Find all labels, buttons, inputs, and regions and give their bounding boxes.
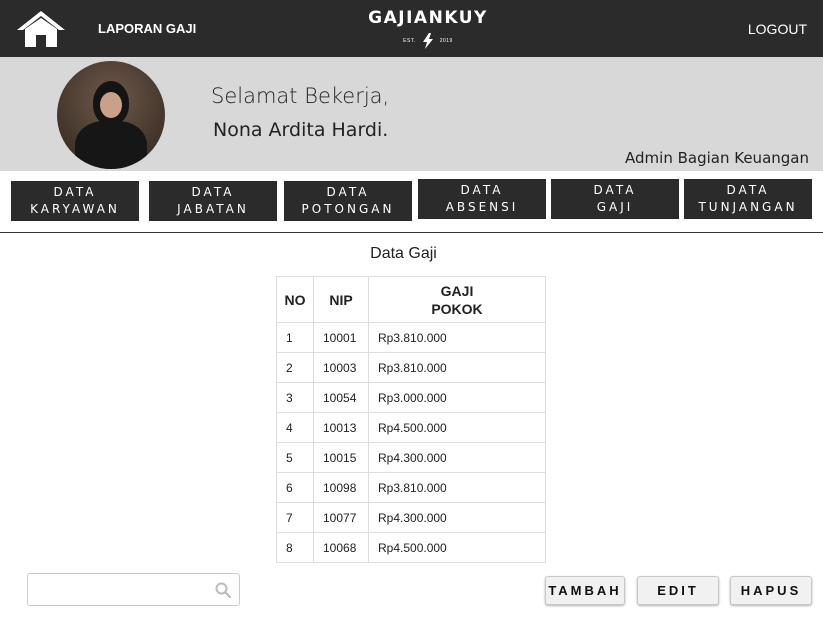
brand-subline: EST. 2019 [348,33,508,49]
top-bar: LAPORAN GAJI GAJIANKUY EST. 2019 LOGOUT [0,0,823,57]
cell-no: 1 [276,322,314,353]
menu-label-line1: DATA [593,183,637,197]
menu-label-line1: DATA [53,185,97,199]
bolt-icon [422,33,433,49]
header-nip: NIP [313,276,369,323]
menu-data-jabatan[interactable]: DATA JABATAN [149,181,277,221]
cell-no: 7 [276,502,314,533]
table-row[interactable]: 7 10077 Rp4.300.000 [276,502,546,533]
logout-link[interactable]: LOGOUT [748,21,807,37]
salary-table-scroll[interactable]: NO NIP GAJI POKOK 1 10001 Rp3.810.000 2 … [276,276,546,566]
cell-nip: 10098 [313,472,369,503]
cell-gaji: Rp4.300.000 [368,502,546,533]
cell-nip: 10003 [313,352,369,383]
search-icon[interactable] [215,582,231,598]
table-header-row: NO NIP GAJI POKOK [276,276,546,323]
menu-label-line2: KARYAWAN [30,202,120,216]
cell-gaji: Rp3.810.000 [368,352,546,383]
cell-gaji: Rp3.810.000 [368,472,546,503]
search-box [27,573,240,606]
cell-no: 5 [276,442,314,473]
section-divider [0,232,823,233]
cell-gaji: Rp4.500.000 [368,532,546,563]
header-gaji-pokok: GAJI POKOK [368,276,546,323]
menu-label-line1: DATA [726,183,770,197]
greeting-text: Selamat Bekerja, [211,84,390,108]
cell-no: 4 [276,412,314,443]
cell-nip: 10001 [313,322,369,353]
edit-button[interactable]: EDIT [637,576,719,605]
table-row[interactable]: 2 10003 Rp3.810.000 [276,352,546,383]
menu-data-gaji[interactable]: DATA GAJI [551,179,679,219]
menu-label-line2: ABSENSI [445,200,519,214]
cell-gaji: Rp4.500.000 [368,412,546,443]
add-button[interactable]: TAMBAH [545,576,625,605]
user-name: Nona Ardita Hardi. [213,119,389,141]
cell-no: 3 [276,382,314,413]
menu-label-line2: POTONGAN [301,202,395,216]
menu-data-potongan[interactable]: DATA POTONGAN [284,181,412,221]
cell-no: 6 [276,472,314,503]
menu-data-karyawan[interactable]: DATA KARYAWAN [11,181,139,221]
cell-nip: 10015 [313,442,369,473]
header-no: NO [276,276,314,323]
search-input[interactable] [28,574,208,605]
cell-no: 2 [276,352,314,383]
menu-label-line2: JABATAN [177,202,249,216]
salary-table: NO NIP GAJI POKOK 1 10001 Rp3.810.000 2 … [276,276,546,563]
table-row[interactable]: 6 10098 Rp3.810.000 [276,472,546,503]
cell-gaji: Rp3.810.000 [368,322,546,353]
cell-nip: 10077 [313,502,369,533]
delete-button[interactable]: HAPUS [730,576,812,605]
table-row[interactable]: 8 10068 Rp4.500.000 [276,532,546,563]
menu-label-line1: DATA [191,185,235,199]
avatar [57,61,165,169]
menu-data-tunjangan[interactable]: DATA TUNJANGAN [684,179,812,219]
menu-label-line2: TUNJANGAN [698,200,798,214]
cell-gaji: Rp4.300.000 [368,442,546,473]
report-link[interactable]: LAPORAN GAJI [98,21,196,36]
table-row[interactable]: 5 10015 Rp4.300.000 [276,442,546,473]
brand-est: EST. [403,38,416,44]
brand-logo: GAJIANKUY EST. 2019 [348,8,508,49]
cell-no: 8 [276,532,314,563]
brand-name: GAJIANKUY [368,8,488,28]
table-row[interactable]: 4 10013 Rp4.500.000 [276,412,546,443]
cell-gaji: Rp3.000.000 [368,382,546,413]
header-gaji-line1: GAJI [440,282,474,299]
brand-year: 2019 [439,38,453,44]
page-title: Data Gaji [370,245,437,262]
cell-nip: 10013 [313,412,369,443]
menu-label-line1: DATA [326,185,370,199]
table-row[interactable]: 3 10054 Rp3.000.000 [276,382,546,413]
table-row[interactable]: 1 10001 Rp3.810.000 [276,322,546,353]
menu-label-line1: DATA [460,183,504,197]
user-role: Admin Bagian Keuangan [625,149,809,167]
profile-panel: Selamat Bekerja, Nona Ardita Hardi. Admi… [0,57,823,171]
menu-data-absensi[interactable]: DATA ABSENSI [418,179,546,219]
cell-nip: 10068 [313,532,369,563]
cell-nip: 10054 [313,382,369,413]
avatar-face [100,92,122,118]
home-icon[interactable] [16,10,66,48]
header-gaji-line2: POKOK [431,300,483,317]
menu-label-line2: GAJI [596,200,634,214]
avatar-body [75,121,147,169]
